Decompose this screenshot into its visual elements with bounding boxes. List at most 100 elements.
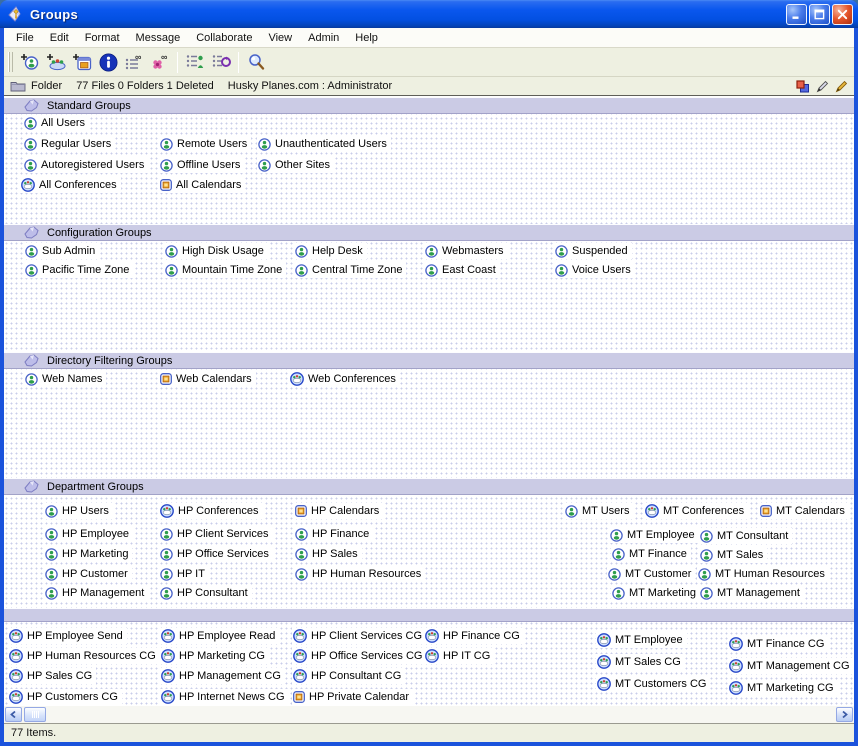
- group-item-mt-management[interactable]: MT Management: [699, 585, 804, 601]
- group-item-mt-calendars[interactable]: MT Calendars: [759, 503, 849, 519]
- group-item-voice-users[interactable]: Voice Users: [554, 262, 635, 278]
- group-item-hp-human-resources[interactable]: HP Human Resources: [294, 566, 425, 582]
- group-item-regular-users[interactable]: Regular Users: [23, 136, 115, 152]
- list-infinity-button[interactable]: ∞: [121, 50, 147, 74]
- group-item-hp-users[interactable]: HP Users: [44, 503, 113, 519]
- group-item-hp-consultant[interactable]: HP Consultant: [159, 585, 252, 601]
- group-item-mt-marketing[interactable]: MT Marketing: [611, 585, 700, 601]
- group-item-web-conferences[interactable]: Web Conferences: [289, 371, 400, 387]
- group-item-mt-conferences[interactable]: MT Conferences: [644, 503, 748, 519]
- group-item-hp-finance[interactable]: HP Finance: [294, 526, 373, 542]
- group-item-hp-sales[interactable]: HP Sales: [294, 546, 362, 562]
- menu-item-admin[interactable]: Admin: [300, 30, 347, 46]
- menu-item-file[interactable]: File: [8, 30, 42, 46]
- group-item-hp-employee[interactable]: HP Employee: [44, 526, 133, 542]
- group-item-hp-employee-read[interactable]: HP Employee Read: [160, 628, 279, 644]
- user-group-icon: [608, 568, 621, 581]
- group-item-hp-customers-cg[interactable]: HP Customers CG: [8, 689, 122, 705]
- group-item-mt-human-resources[interactable]: MT Human Resources: [697, 566, 829, 582]
- list-person-button[interactable]: [182, 50, 208, 74]
- group-item-autoregistered-users[interactable]: Autoregistered Users: [23, 157, 148, 173]
- flower-infinity-button[interactable]: ∞: [147, 50, 173, 74]
- group-item-hp-private-calendar[interactable]: HP Private Calendar: [292, 689, 413, 705]
- group-item-hp-human-resources-cg[interactable]: HP Human Resources CG: [8, 648, 160, 664]
- menu-item-message[interactable]: Message: [128, 30, 189, 46]
- toolbar-gripper[interactable]: [8, 52, 13, 72]
- group-item-central-time-zone[interactable]: Central Time Zone: [294, 262, 406, 278]
- group-item-webmasters[interactable]: Webmasters: [424, 243, 508, 259]
- info-button[interactable]: [95, 50, 121, 74]
- group-item-hp-calendars[interactable]: HP Calendars: [294, 503, 383, 519]
- group-item-mt-sales[interactable]: MT Sales: [699, 547, 767, 563]
- add-group-button[interactable]: [17, 50, 43, 74]
- group-item-offline-users[interactable]: Offline Users: [159, 157, 244, 173]
- group-item-suspended[interactable]: Suspended: [554, 243, 632, 259]
- menu-item-help[interactable]: Help: [347, 30, 386, 46]
- scrollbar-thumb[interactable]: [24, 707, 46, 722]
- group-item-hp-management[interactable]: HP Management: [44, 585, 148, 601]
- layers-icon[interactable]: [796, 80, 810, 93]
- group-item-sub-admin[interactable]: Sub Admin: [24, 243, 99, 259]
- group-item-other-sites[interactable]: Other Sites: [257, 157, 334, 173]
- group-item-mt-management-cg[interactable]: MT Management CG: [728, 658, 854, 674]
- group-item-unauthenticated-users[interactable]: Unauthenticated Users: [257, 136, 391, 152]
- group-item-hp-employee-send[interactable]: HP Employee Send: [8, 628, 127, 644]
- group-item-hp-internet-news-cg[interactable]: HP Internet News CG: [160, 689, 289, 705]
- menu-item-format[interactable]: Format: [77, 30, 128, 46]
- pencil-icon[interactable]: [816, 80, 829, 93]
- group-item-hp-client-services[interactable]: HP Client Services: [159, 526, 273, 542]
- group-item-all-users[interactable]: All Users: [23, 115, 89, 131]
- group-item-hp-it[interactable]: HP IT: [159, 566, 209, 582]
- menu-item-collaborate[interactable]: Collaborate: [188, 30, 260, 46]
- group-item-mt-customers-cg[interactable]: MT Customers CG: [596, 676, 710, 692]
- minimize-button[interactable]: [786, 4, 807, 25]
- group-item-hp-office-services-cg[interactable]: HP Office Services CG: [292, 648, 426, 664]
- add-conference-button[interactable]: [43, 50, 69, 74]
- group-item-hp-marketing-cg[interactable]: HP Marketing CG: [160, 648, 269, 664]
- group-item-hp-management-cg[interactable]: HP Management CG: [160, 668, 285, 684]
- group-item-mt-finance[interactable]: MT Finance: [611, 546, 691, 562]
- group-item-mt-customer[interactable]: MT Customer: [607, 566, 695, 582]
- group-item-mt-employee[interactable]: MT Employee: [596, 632, 687, 648]
- group-item-high-disk-usage[interactable]: High Disk Usage: [164, 243, 268, 259]
- user-group-icon: [45, 528, 58, 541]
- group-item-hp-it-cg[interactable]: HP IT CG: [424, 648, 494, 664]
- add-calendar-button[interactable]: [69, 50, 95, 74]
- menu-item-view[interactable]: View: [260, 30, 300, 46]
- group-item-mt-users[interactable]: MT Users: [564, 503, 633, 519]
- group-item-mt-employee[interactable]: MT Employee: [609, 527, 699, 543]
- section-icon: [24, 480, 39, 493]
- group-item-hp-customer[interactable]: HP Customer: [44, 566, 132, 582]
- scroll-right-button[interactable]: [836, 707, 853, 722]
- group-item-remote-users[interactable]: Remote Users: [159, 136, 251, 152]
- group-item-hp-client-services-cg[interactable]: HP Client Services CG: [292, 628, 426, 644]
- horizontal-scrollbar[interactable]: [4, 706, 854, 723]
- maximize-button[interactable]: [809, 4, 830, 25]
- menu-item-edit[interactable]: Edit: [42, 30, 77, 46]
- group-item-web-names[interactable]: Web Names: [24, 371, 106, 387]
- group-item-mt-sales-cg[interactable]: MT Sales CG: [596, 654, 685, 670]
- group-item-all-conferences[interactable]: All Conferences: [20, 177, 121, 193]
- group-item-pacific-time-zone[interactable]: Pacific Time Zone: [24, 262, 133, 278]
- group-item-web-calendars[interactable]: Web Calendars: [159, 371, 256, 387]
- group-item-mt-finance-cg[interactable]: MT Finance CG: [728, 636, 828, 652]
- group-item-hp-finance-cg[interactable]: HP Finance CG: [424, 628, 524, 644]
- group-item-hp-sales-cg[interactable]: HP Sales CG: [8, 668, 96, 684]
- scroll-left-button[interactable]: [5, 707, 22, 722]
- group-item-mt-marketing-cg[interactable]: MT Marketing CG: [728, 680, 838, 696]
- group-item-mountain-time-zone[interactable]: Mountain Time Zone: [164, 262, 286, 278]
- info-icon: [99, 53, 118, 72]
- list-refresh-button[interactable]: [208, 50, 234, 74]
- group-item-help-desk[interactable]: Help Desk: [294, 243, 367, 259]
- group-item-hp-consultant-cg[interactable]: HP Consultant CG: [292, 668, 405, 684]
- group-item-hp-conferences[interactable]: HP Conferences: [159, 503, 263, 519]
- user-group-icon: [700, 530, 713, 543]
- gold-pencil-icon[interactable]: [835, 80, 848, 93]
- search-button[interactable]: [243, 50, 269, 74]
- group-item-hp-office-services[interactable]: HP Office Services: [159, 546, 273, 562]
- group-item-hp-marketing[interactable]: HP Marketing: [44, 546, 132, 562]
- group-item-all-calendars[interactable]: All Calendars: [159, 177, 245, 193]
- close-button[interactable]: [832, 4, 853, 25]
- group-item-east-coast[interactable]: East Coast: [424, 262, 500, 278]
- group-item-mt-consultant[interactable]: MT Consultant: [699, 528, 792, 544]
